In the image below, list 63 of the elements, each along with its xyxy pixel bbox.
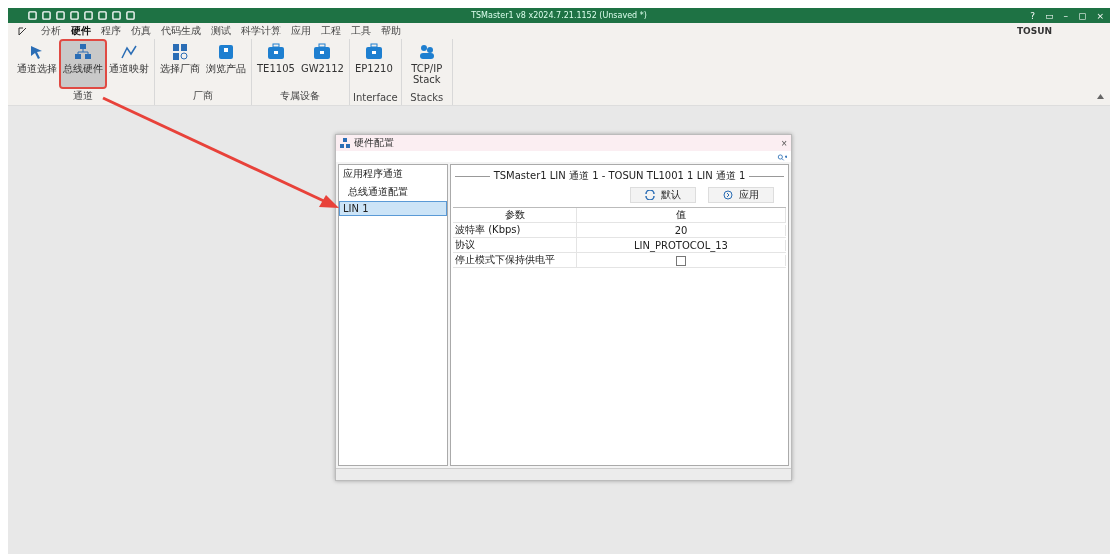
dialog-button[interactable]: 应用 (708, 187, 774, 203)
window-title: TSMaster1 v8 x2024.7.21.1152 (Unsaved *) (470, 11, 648, 20)
ribbon-button[interactable]: TE1105 (255, 41, 297, 87)
apply-icon (723, 190, 733, 200)
ribbon-button[interactable]: 通道映射 (107, 41, 151, 87)
briefcase-icon (266, 43, 285, 61)
menu-tab[interactable]: 程序 (96, 24, 126, 38)
ribbon-button[interactable]: 总线硬件 (61, 41, 105, 87)
grid-icon (171, 43, 189, 61)
table-cell: 波特率 (Kbps) (453, 223, 577, 237)
ribbon-button[interactable]: GW2112 (298, 41, 346, 87)
tree-item[interactable]: 应用程序通道 (339, 165, 447, 183)
people-icon (417, 43, 436, 61)
group-label: Stacks (409, 92, 445, 105)
group-label: 通道 (72, 89, 94, 103)
menu-tab[interactable]: 测试 (206, 24, 236, 38)
section-header: TSMaster1 LIN 通道 1 - TOSUN TL1001 1 LIN 通道 1 (493, 169, 746, 183)
network-icon (340, 138, 350, 148)
menu-tab[interactable]: 分析 (36, 24, 66, 38)
tree-item[interactable]: 总线通道配置 (339, 183, 447, 201)
refresh-icon (645, 190, 655, 200)
window-control-button[interactable]: × (1094, 10, 1106, 21)
close-button[interactable]: × (781, 137, 787, 149)
box-icon (217, 43, 235, 61)
search-icon (777, 152, 787, 161)
menu-tab[interactable]: 硬件 (66, 24, 96, 38)
network-icon (74, 43, 92, 61)
ribbon-button[interactable]: 选择厂商 (158, 41, 202, 87)
menu-tab[interactable]: 仿真 (126, 24, 156, 38)
window-control-button[interactable]: – (1061, 10, 1070, 21)
table-cell: 20 (577, 224, 786, 236)
ribbon-button[interactable]: EP1210 (353, 41, 395, 87)
menu-tab[interactable]: 工具 (346, 24, 376, 38)
tree-item[interactable]: LIN 1 (339, 201, 447, 216)
mapping-icon (120, 43, 138, 61)
menu-tab[interactable]: 应用 (286, 24, 316, 38)
menu-tab[interactable]: 科学计算 (236, 24, 286, 38)
table-cell: 协议 (453, 238, 577, 252)
ribbon-button[interactable]: 通道选择 (15, 41, 59, 87)
brand-logo: TOSUN (1016, 26, 1052, 36)
dialog-title: 硬件配置 (354, 136, 394, 150)
group-label: 厂商 (192, 89, 214, 103)
ribbon-button[interactable]: TCP/IP Stack (404, 41, 449, 87)
table-cell: LIN_PROTOCOL_13 (577, 239, 786, 251)
search-field[interactable] (336, 151, 791, 162)
menu-tab[interactable]: 帮助 (376, 24, 406, 38)
column-header: 参数 (453, 208, 577, 222)
window-control-button[interactable]: ▭ (1042, 10, 1056, 21)
group-label: 专属设备 (279, 89, 322, 103)
table-cell: 停止模式下保持供电平 (453, 253, 577, 267)
menu-tab[interactable]: 工程 (316, 24, 346, 38)
column-header: 值 (577, 208, 786, 222)
ribbon-button[interactable]: 浏览产品 (204, 41, 248, 87)
briefcase-icon (364, 43, 383, 61)
window-control-button[interactable]: ▢ (1075, 10, 1089, 21)
menu-tab[interactable]: 代码生成 (156, 24, 206, 38)
dialog-button[interactable]: 默认 (630, 187, 696, 203)
collapse-icon[interactable] (1097, 94, 1104, 99)
briefcase-icon (313, 43, 332, 61)
window-control-button[interactable]: ? (1028, 10, 1037, 21)
group-label: Interface (353, 92, 398, 105)
checkbox[interactable] (676, 255, 686, 266)
edit-icon[interactable] (18, 26, 28, 36)
